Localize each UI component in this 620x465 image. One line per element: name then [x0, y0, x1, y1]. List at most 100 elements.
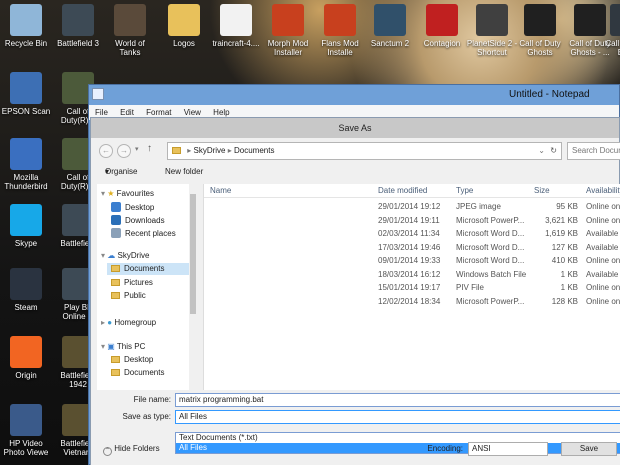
desktop-icon-item[interactable]: HP Video Photo Viewe	[0, 404, 52, 457]
desktop-icon-item[interactable]: Recycle Bin	[0, 4, 52, 48]
desktop-icon-label: Skype	[14, 239, 38, 248]
encoding-select[interactable]: ANSI	[468, 442, 548, 456]
table-row[interactable]: pivot man.piv15/01/2014 19:17PIV File1 K…	[204, 281, 620, 294]
nav-homegroup[interactable]: ▸ ● Homegroup	[101, 317, 156, 329]
nav-favourites-label: Favourites	[116, 189, 155, 198]
file-date: 29/01/2014 19:12	[378, 202, 441, 211]
desktop-icon-item[interactable]: Contagion	[416, 4, 468, 48]
nav-scrollbar[interactable]	[189, 184, 197, 390]
nav-desktop[interactable]: Desktop	[111, 202, 154, 214]
desktop-icon-item[interactable]: traincraft-4....	[210, 4, 262, 48]
nav-downloads[interactable]: Downloads	[111, 215, 165, 227]
breadcrumb-documents[interactable]: Documents	[234, 146, 274, 155]
scrollbar-thumb[interactable]	[190, 194, 196, 314]
app-icon	[10, 404, 42, 436]
table-row[interactable]: Arma 3 montage29/01/2014 19:11Microsoft …	[204, 214, 620, 227]
table-row[interactable]: english ww1 title page09/01/2014 19:33Mi…	[204, 254, 620, 267]
desktop-icon-label: Contagion	[423, 39, 461, 48]
nav-pc-desktop[interactable]: Desktop	[111, 354, 153, 366]
save-button[interactable]: Save	[561, 442, 617, 456]
menu-format[interactable]: Format	[146, 108, 171, 117]
desktop-icon-item[interactable]: Flans Mod Installe	[314, 4, 366, 57]
hide-folders-button[interactable]: ⌃ Hide Folders	[103, 444, 160, 456]
menu-help[interactable]: Help	[213, 108, 229, 117]
table-row[interactable]: english tw title page17/03/2014 19:46Mic…	[204, 241, 620, 254]
desktop-icon-label: World of Tanks	[115, 39, 145, 57]
refresh-icon[interactable]: ↻	[550, 143, 557, 159]
folder-icon	[111, 279, 120, 286]
file-availability: Online onl	[586, 256, 620, 265]
desktop-icon-item[interactable]: PlanetSide 2 - Shortcut	[466, 4, 518, 57]
chevron-right-icon: ▸	[101, 318, 106, 327]
notepad-title: Untitled - Notepad	[509, 89, 590, 100]
nav-documents[interactable]: Documents	[107, 263, 193, 275]
desktop-icon-item[interactable]: World of Tanks	[104, 4, 156, 57]
desktop-icon-item[interactable]: Call of Duty Beta	[600, 4, 620, 57]
breadcrumb-skydrive[interactable]: SkyDrive	[193, 146, 225, 155]
app-icon	[62, 4, 94, 36]
chevron-down-icon: ▾	[105, 167, 110, 176]
column-name[interactable]: Name	[210, 186, 231, 195]
file-availability: Available o	[586, 269, 620, 279]
app-icon	[168, 4, 200, 36]
filename-input[interactable]: matrix programming.bat	[175, 393, 620, 407]
desktop-icon-item[interactable]: Call of Duty Ghosts	[514, 4, 566, 57]
folder-icon	[111, 292, 120, 299]
homegroup-icon: ●	[107, 318, 113, 327]
nav-skydrive[interactable]: ▾ ☁ SkyDrive	[101, 250, 150, 262]
savetype-select[interactable]: All Files	[175, 410, 620, 424]
column-size[interactable]: Size	[534, 186, 550, 195]
menu-view[interactable]: View	[184, 108, 201, 117]
desktop-icon-item[interactable]: Battlefield 3	[52, 4, 104, 48]
nav-this-pc[interactable]: ▾ ▣ This PC	[101, 341, 145, 353]
file-availability: Online onl	[586, 202, 620, 211]
nav-this-pc-label: This PC	[116, 342, 146, 351]
nav-desktop-label: Desktop	[125, 203, 155, 212]
table-row[interactable]: art mood board cities02/03/2014 11:34Mic…	[204, 227, 620, 240]
nav-pictures[interactable]: Pictures	[111, 277, 153, 289]
desktop-icon-item[interactable]: Logos	[158, 4, 210, 48]
table-row[interactable]: Arma 3 montage29/01/2014 19:12JPEG image…	[204, 200, 620, 213]
filename-label: File name:	[133, 395, 171, 404]
back-button[interactable]: ←	[99, 144, 113, 158]
desktop-icon-item[interactable]: Morph Mod Installer	[262, 4, 314, 57]
column-date-modified[interactable]: Date modified	[378, 186, 427, 195]
desktop-icon-item[interactable]: Sanctum 2	[364, 4, 416, 48]
chevron-down-icon: ▾	[101, 251, 106, 260]
desktop-icon-item[interactable]: EPSON Scan	[0, 72, 52, 116]
desktop-icon-item[interactable]: Origin	[0, 336, 52, 380]
nav-favourites[interactable]: ▾ ★ Favourites	[101, 188, 154, 200]
column-type[interactable]: Type	[456, 186, 473, 195]
nav-recent-places[interactable]: Recent places	[111, 228, 176, 240]
forward-button[interactable]: →	[117, 144, 131, 158]
nav-public[interactable]: Public	[111, 290, 146, 302]
file-type: Microsoft PowerP...	[456, 296, 525, 306]
notepad-titlebar[interactable]: Untitled - Notepad	[89, 85, 619, 105]
new-folder-button[interactable]: New folder	[165, 162, 203, 182]
app-icon	[426, 4, 458, 36]
app-icon	[10, 72, 42, 104]
chevron-down-icon[interactable]: ⌄	[538, 143, 545, 159]
file-date: 09/01/2014 19:33	[378, 256, 441, 265]
app-icon	[524, 4, 556, 36]
breadcrumb[interactable]: ▸ SkyDrive ▸ Documents ⌄ ↻	[167, 142, 562, 160]
recent-dropdown-icon[interactable]: ▾	[135, 145, 139, 153]
file-type: Microsoft Word D...	[456, 256, 525, 265]
column-availability[interactable]: Availability	[586, 186, 620, 195]
desktop-icon-item[interactable]: Mozilla Thunderbird	[0, 138, 52, 191]
nav-pc-documents[interactable]: Documents	[111, 367, 164, 379]
desktop-icon-item[interactable]: Skype	[0, 204, 52, 248]
menu-edit[interactable]: Edit	[120, 108, 134, 117]
folder-icon	[172, 147, 181, 154]
table-row[interactable]: RE bio bites powerpoint12/02/2014 18:34M…	[204, 295, 620, 308]
up-arrow-icon[interactable]: ↑	[147, 143, 152, 154]
address-bar-row: ← → ▾ ↑ ▸ SkyDrive ▸ Documents ⌄ ↻ Searc…	[97, 142, 620, 160]
search-input[interactable]: Search Docum	[567, 142, 620, 160]
menu-file[interactable]: File	[95, 108, 108, 117]
table-row[interactable]: matrix numbers18/03/2014 16:12Windows Ba…	[204, 268, 620, 281]
file-type: PIV File	[456, 283, 485, 292]
savetype-option-txt[interactable]: Text Documents (*.txt)	[176, 433, 620, 443]
file-date: 29/01/2014 19:11	[378, 215, 440, 225]
desktop-icon-item[interactable]: Steam	[0, 268, 52, 312]
file-type: Microsoft PowerP...	[456, 215, 525, 225]
